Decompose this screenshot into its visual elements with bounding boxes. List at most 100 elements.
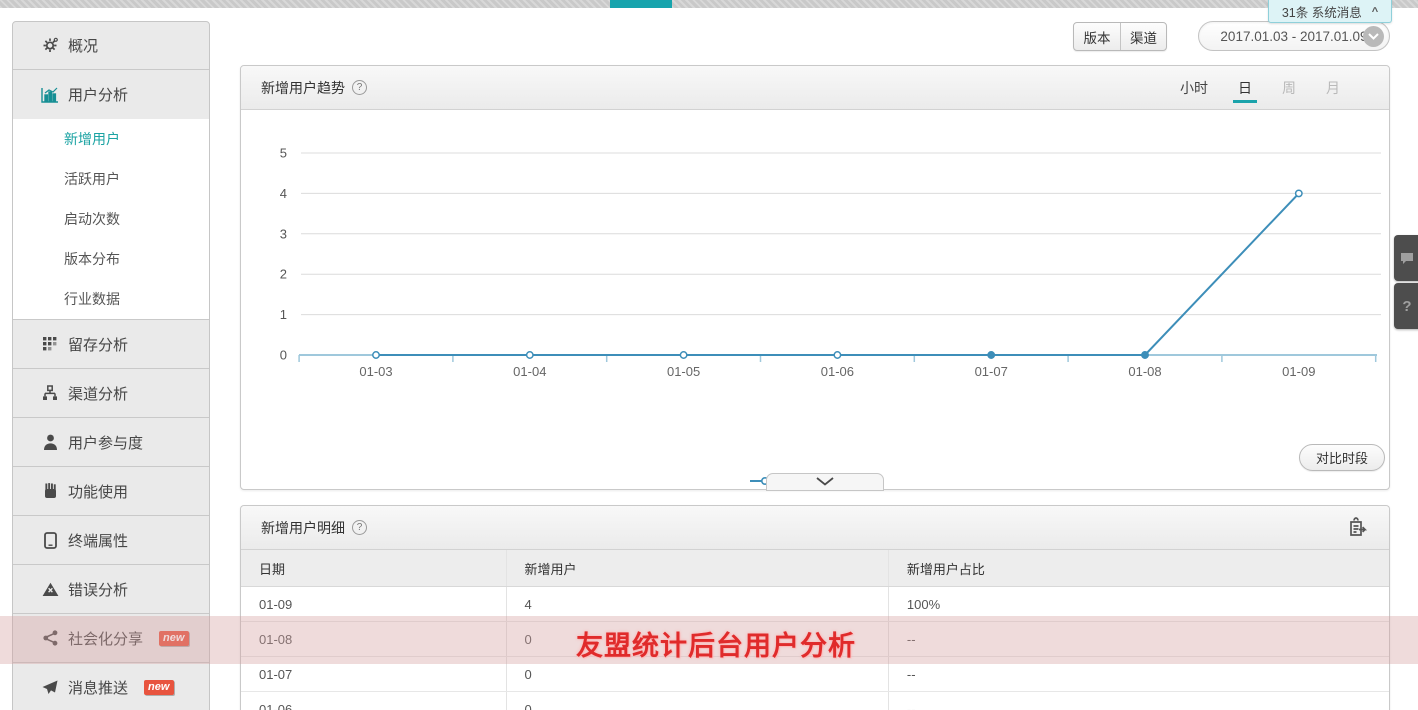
chevron-down-icon[interactable] <box>1363 26 1384 47</box>
collapse-caret-icon[interactable]: ^ <box>1372 6 1378 18</box>
svg-text:01-08: 01-08 <box>1128 364 1161 379</box>
sidebar-item-label: 用户分析 <box>68 84 128 105</box>
system-message-dropdown[interactable]: 31条 系统消息 ^ <box>1268 0 1392 23</box>
svg-text:01-06: 01-06 <box>821 364 854 379</box>
trend-line-chart: 0 1 2 3 4 5 01-03 01-04 01-05 01-06 01-07 01-08 01-0… <box>241 111 1391 441</box>
hand-icon <box>41 482 59 500</box>
sidebar-item-device[interactable]: 终端属性 <box>13 516 209 565</box>
sidebar-subitem-version-distribution[interactable]: 版本分布 <box>13 239 209 279</box>
channel-tree-icon <box>41 384 59 402</box>
filter-button-group: 版本 渠道 <box>1073 22 1167 51</box>
detail-panel-title: 新增用户明细 <box>261 518 345 538</box>
sidebar: 概况 用户分析 新增用户 活跃用户 启动次数 版本分布 行业数据 留存分析 渠 <box>12 21 210 710</box>
share-icon <box>41 629 59 647</box>
paper-plane-icon <box>41 678 59 696</box>
sidebar-item-label: 社会化分享 <box>68 628 143 649</box>
sidebar-item-feature-usage[interactable]: 功能使用 <box>13 467 209 516</box>
svg-text:01-09: 01-09 <box>1282 364 1315 379</box>
svg-text:5: 5 <box>280 146 287 161</box>
compare-period-button[interactable]: 对比时段 <box>1299 444 1385 471</box>
svg-text:01-05: 01-05 <box>667 364 700 379</box>
feedback-button[interactable] <box>1394 235 1418 281</box>
top-navbar-edge <box>0 0 1418 8</box>
tab-week[interactable]: 周 <box>1267 66 1311 110</box>
user-icon <box>41 433 59 451</box>
trend-panel-header: 新增用户趋势 ? 小时 日 周 月 <box>241 66 1389 110</box>
table-row: 01-094100% <box>241 587 1389 622</box>
table-body: 01-094100%01-080--01-070--01-060-- <box>241 587 1389 710</box>
table-row: 01-070-- <box>241 657 1389 692</box>
table-header-row: 日期 新增用户 新增用户占比 <box>241 550 1389 587</box>
sidebar-item-label: 概况 <box>68 35 98 56</box>
error-triangle-icon <box>41 580 59 598</box>
sidebar-item-channel[interactable]: 渠道分析 <box>13 369 209 418</box>
sidebar-subitem-active-users[interactable]: 活跃用户 <box>13 159 209 199</box>
table-cell: 01-08 <box>241 622 506 656</box>
channel-filter-button[interactable]: 渠道 <box>1120 23 1166 50</box>
floating-side-buttons: ? <box>1394 235 1418 331</box>
date-range-select[interactable]: 2017.01.03 - 2017.01.09 <box>1198 21 1390 51</box>
svg-text:01-03: 01-03 <box>359 364 392 379</box>
sidebar-subitem-new-users[interactable]: 新增用户 <box>13 119 209 159</box>
svg-text:1: 1 <box>280 307 287 322</box>
table-cell: -- <box>888 622 1389 656</box>
tab-hour[interactable]: 小时 <box>1165 66 1223 110</box>
sidebar-item-push[interactable]: 消息推送 new <box>13 663 209 710</box>
table-cell: 0 <box>506 692 888 710</box>
help-button[interactable]: ? <box>1394 283 1418 329</box>
sidebar-item-error[interactable]: 错误分析 <box>13 565 209 614</box>
svg-text:2: 2 <box>280 267 287 282</box>
table-cell: 01-09 <box>241 587 506 621</box>
sidebar-item-overview[interactable]: 概况 <box>13 22 209 70</box>
table-cell: -- <box>888 657 1389 691</box>
svg-text:01-04: 01-04 <box>513 364 546 379</box>
sidebar-item-social-share[interactable]: 社会化分享 new <box>13 614 209 663</box>
sidebar-item-label: 功能使用 <box>68 481 128 502</box>
svg-text:3: 3 <box>280 226 287 241</box>
export-button[interactable] <box>1346 516 1369 539</box>
sidebar-item-label: 消息推送 <box>68 677 128 698</box>
table-row: 01-060-- <box>241 692 1389 710</box>
new-badge: new <box>144 680 174 695</box>
tab-day[interactable]: 日 <box>1223 66 1267 110</box>
svg-text:0: 0 <box>280 348 287 363</box>
granularity-tabs: 小时 日 周 月 <box>1165 66 1369 110</box>
sidebar-subitem-launches[interactable]: 启动次数 <box>13 199 209 239</box>
new-badge: new <box>159 631 189 646</box>
detail-panel-header: 新增用户明细 ? <box>241 506 1389 550</box>
subitem-label: 启动次数 <box>64 209 120 229</box>
subitem-label: 新增用户 <box>64 129 120 149</box>
sidebar-submenu-user-analysis: 新增用户 活跃用户 启动次数 版本分布 行业数据 <box>13 119 209 320</box>
collapse-chart-button[interactable] <box>766 473 884 491</box>
sidebar-item-label: 错误分析 <box>68 579 128 600</box>
question-mark-icon: ? <box>1402 298 1411 315</box>
table-cell: 01-07 <box>241 657 506 691</box>
system-message-label: 31条 系统消息 <box>1282 2 1362 21</box>
trend-panel-title: 新增用户趋势 <box>261 78 345 98</box>
app-screen: 31条 系统消息 ^ 概况 用户分析 新增用户 活跃用户 启动次数 版本分布 行… <box>0 0 1418 710</box>
column-header-ratio: 新增用户占比 <box>888 550 1389 586</box>
svg-text:01-07: 01-07 <box>975 364 1008 379</box>
sidebar-item-engagement[interactable]: 用户参与度 <box>13 418 209 467</box>
subitem-label: 活跃用户 <box>64 169 120 189</box>
retention-grid-icon <box>41 335 59 353</box>
version-filter-button[interactable]: 版本 <box>1074 23 1120 50</box>
gear-icon <box>41 37 59 55</box>
speech-bubble-icon <box>1400 252 1414 265</box>
sidebar-item-retention[interactable]: 留存分析 <box>13 320 209 369</box>
sidebar-item-label: 终端属性 <box>68 530 128 551</box>
sidebar-subitem-industry-data[interactable]: 行业数据 <box>13 279 209 319</box>
bar-chart-icon <box>41 86 59 104</box>
subitem-label: 行业数据 <box>64 289 120 309</box>
help-icon[interactable]: ? <box>352 80 367 95</box>
new-user-detail-panel: 新增用户明细 ? 日期 新增用户 新增用户占比 01-094100%01-080… <box>240 505 1390 710</box>
date-range-value: 2017.01.03 - 2017.01.09 <box>1220 29 1367 44</box>
table-cell: 0 <box>506 657 888 691</box>
sidebar-item-user-analysis[interactable]: 用户分析 <box>13 70 209 119</box>
help-icon[interactable]: ? <box>352 520 367 535</box>
sidebar-item-label: 留存分析 <box>68 334 128 355</box>
table-row: 01-080-- <box>241 622 1389 657</box>
tab-month[interactable]: 月 <box>1311 66 1355 110</box>
export-icon <box>1346 516 1369 539</box>
svg-text:4: 4 <box>280 186 287 201</box>
